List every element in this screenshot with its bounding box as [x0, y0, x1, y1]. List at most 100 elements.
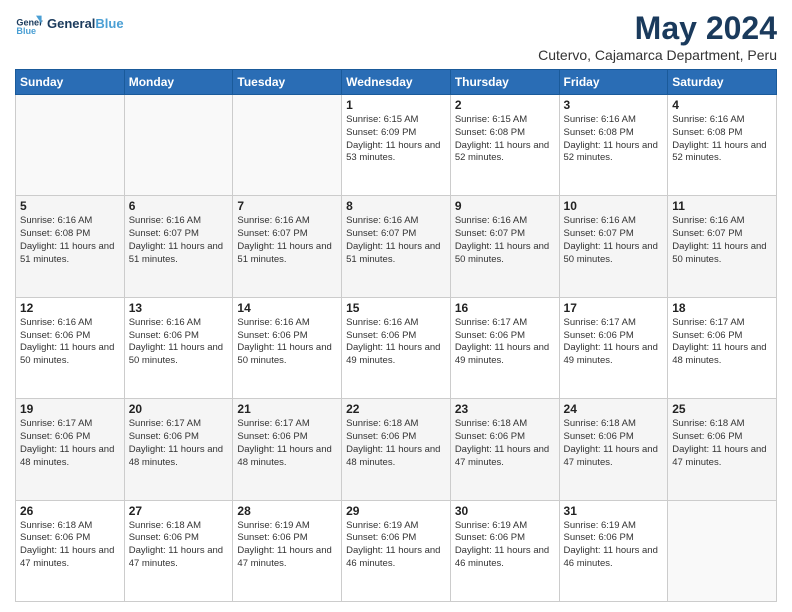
- calendar-cell: 9 Sunrise: 6:16 AMSunset: 6:07 PMDaylight…: [450, 196, 559, 297]
- day-number: 13: [129, 301, 229, 315]
- sunrise-info: Sunrise: 6:17 AM: [237, 418, 337, 431]
- calendar-week-1: 1Sunrise: 6:15 AMSunset: 6:09 PMDaylight…: [16, 95, 777, 196]
- day-info: Sunrise: 6:16 AMSunset: 6:07 PMDaylight:…: [564, 215, 664, 266]
- day-info: Sunrise: 6:18 AMSunset: 6:06 PMDaylight:…: [455, 418, 555, 469]
- day-info: Sunrise: 6:16 AMSunset: 6:07 PMDaylight:…: [237, 215, 337, 266]
- day-number: 12: [20, 301, 120, 315]
- day-number: 18: [672, 301, 772, 315]
- daylight-info: Daylight: 11 hours and 52 minutes.: [455, 140, 555, 166]
- sunrise-info: Sunrise: 6:18 AM: [672, 418, 772, 431]
- daylight-info: Daylight: 11 hours and 47 minutes.: [237, 545, 337, 571]
- sunset-info: Sunset: 6:07 PM: [564, 228, 664, 241]
- calendar-cell: 6Sunrise: 6:16 AMSunset: 6:07 PMDaylight…: [124, 196, 233, 297]
- daylight-info: Daylight: 11 hours and 52 minutes.: [672, 140, 772, 166]
- day-number: 17: [564, 301, 664, 315]
- main-title: May 2024: [538, 10, 777, 47]
- sunrise-info: Sunrise: 6:15 AM: [346, 114, 446, 127]
- calendar-cell: 14Sunrise: 6:16 AMSunset: 6:06 PMDayligh…: [233, 297, 342, 398]
- calendar-cell: 25 Sunrise: 6:18 AMSunset: 6:06 PMDayligh…: [668, 399, 777, 500]
- daylight-info: Daylight: 11 hours and 51 minutes.: [237, 241, 337, 267]
- day-info: Sunrise: 6:15 AMSunset: 6:09 PMDaylight:…: [346, 114, 446, 165]
- day-number: 5: [20, 199, 120, 213]
- daylight-info: Daylight: 11 hours and 47 minutes.: [129, 545, 229, 571]
- sunset-info: Sunset: 6:06 PM: [455, 431, 555, 444]
- calendar-week-5: 26 Sunrise: 6:18 AMSunset: 6:06 PMDayligh…: [16, 500, 777, 601]
- day-number: 11: [672, 199, 772, 213]
- sunset-info: Sunset: 6:07 PM: [672, 228, 772, 241]
- day-number: 8: [346, 199, 446, 213]
- day-number: 9: [455, 199, 555, 213]
- sunrise-info: Sunrise: 6:19 AM: [455, 520, 555, 533]
- day-number: 22: [346, 402, 446, 416]
- col-saturday: Saturday: [668, 70, 777, 95]
- sunset-info: Sunset: 6:08 PM: [20, 228, 120, 241]
- day-info: Sunrise: 6:17 AMSunset: 6:06 PMDaylight:…: [564, 317, 664, 368]
- day-info: Sunrise: 6:15 AMSunset: 6:08 PMDaylight:…: [455, 114, 555, 165]
- day-info: Sunrise: 6:16 AMSunset: 6:07 PMDaylight:…: [129, 215, 229, 266]
- day-info: Sunrise: 6:18 AMSunset: 6:06 PMDaylight:…: [129, 520, 229, 571]
- col-sunday: Sunday: [16, 70, 125, 95]
- sunset-info: Sunset: 6:08 PM: [672, 127, 772, 140]
- sunset-info: Sunset: 6:07 PM: [129, 228, 229, 241]
- day-number: 24: [564, 402, 664, 416]
- sunrise-info: Sunrise: 6:17 AM: [20, 418, 120, 431]
- day-info: Sunrise: 6:19 AMSunset: 6:06 PMDaylight:…: [455, 520, 555, 571]
- day-number: 25: [672, 402, 772, 416]
- daylight-info: Daylight: 11 hours and 49 minutes.: [564, 342, 664, 368]
- sunrise-info: Sunrise: 6:16 AM: [455, 215, 555, 228]
- sunrise-info: Sunrise: 6:17 AM: [129, 418, 229, 431]
- calendar-cell: 4 Sunrise: 6:16 AMSunset: 6:08 PMDaylight…: [668, 95, 777, 196]
- calendar-cell: [124, 95, 233, 196]
- sunset-info: Sunset: 6:08 PM: [564, 127, 664, 140]
- calendar-cell: 1Sunrise: 6:15 AMSunset: 6:09 PMDaylight…: [342, 95, 451, 196]
- calendar-cell: 19Sunrise: 6:17 AMSunset: 6:06 PMDayligh…: [16, 399, 125, 500]
- calendar-cell: 17 Sunrise: 6:17 AMSunset: 6:06 PMDayligh…: [559, 297, 668, 398]
- day-number: 20: [129, 402, 229, 416]
- sunrise-info: Sunrise: 6:16 AM: [237, 215, 337, 228]
- daylight-info: Daylight: 11 hours and 47 minutes.: [455, 444, 555, 470]
- page: General Blue GeneralBlue May 2024 Cuterv…: [0, 0, 792, 612]
- sunrise-info: Sunrise: 6:19 AM: [346, 520, 446, 533]
- day-number: 27: [129, 504, 229, 518]
- daylight-info: Daylight: 11 hours and 50 minutes.: [455, 241, 555, 267]
- day-number: 16: [455, 301, 555, 315]
- sunset-info: Sunset: 6:06 PM: [237, 330, 337, 343]
- daylight-info: Daylight: 11 hours and 53 minutes.: [346, 140, 446, 166]
- day-info: Sunrise: 6:17 AMSunset: 6:06 PMDaylight:…: [237, 418, 337, 469]
- calendar-cell: 2 Sunrise: 6:15 AMSunset: 6:08 PMDaylight…: [450, 95, 559, 196]
- sunrise-info: Sunrise: 6:18 AM: [455, 418, 555, 431]
- daylight-info: Daylight: 11 hours and 48 minutes.: [346, 444, 446, 470]
- day-number: 23: [455, 402, 555, 416]
- calendar-week-2: 5 Sunrise: 6:16 AM Sunset: 6:08 PM Daylight…: [16, 196, 777, 297]
- daylight-info: Daylight: 11 hours and 47 minutes.: [672, 444, 772, 470]
- daylight-info: Daylight: 11 hours and 50 minutes.: [237, 342, 337, 368]
- calendar-table: Sunday Monday Tuesday Wednesday Thursday…: [15, 69, 777, 602]
- day-number: 2: [455, 98, 555, 112]
- day-number: 30: [455, 504, 555, 518]
- daylight-info: Daylight: 11 hours and 46 minutes.: [346, 545, 446, 571]
- calendar-week-4: 19Sunrise: 6:17 AMSunset: 6:06 PMDayligh…: [16, 399, 777, 500]
- calendar-cell: 21Sunrise: 6:17 AMSunset: 6:06 PMDayligh…: [233, 399, 342, 500]
- day-number: 28: [237, 504, 337, 518]
- sunset-info: Sunset: 6:07 PM: [455, 228, 555, 241]
- day-number: 4: [672, 98, 772, 112]
- sunset-info: Sunset: 6:06 PM: [237, 532, 337, 545]
- sunset-info: Sunset: 6:06 PM: [455, 330, 555, 343]
- day-info: Sunrise: 6:17 AMSunset: 6:06 PMDaylight:…: [20, 418, 120, 469]
- calendar-cell: [233, 95, 342, 196]
- sunrise-info: Sunrise: 6:15 AM: [455, 114, 555, 127]
- calendar-cell: 11Sunrise: 6:16 AMSunset: 6:07 PMDayligh…: [668, 196, 777, 297]
- daylight-info: Daylight: 11 hours and 48 minutes.: [672, 342, 772, 368]
- daylight-info: Daylight: 11 hours and 49 minutes.: [455, 342, 555, 368]
- title-block: May 2024 Cutervo, Cajamarca Department, …: [538, 10, 777, 63]
- daylight-info: Daylight: 11 hours and 50 minutes.: [564, 241, 664, 267]
- day-number: 7: [237, 199, 337, 213]
- day-info: Sunrise: 6:19 AMSunset: 6:06 PMDaylight:…: [564, 520, 664, 571]
- day-number: 26: [20, 504, 120, 518]
- sunset-info: Sunset: 6:06 PM: [672, 431, 772, 444]
- day-info: Sunrise: 6:16 AMSunset: 6:08 PMDaylight:…: [564, 114, 664, 165]
- sunrise-info: Sunrise: 6:16 AM: [672, 114, 772, 127]
- sunset-info: Sunset: 6:06 PM: [455, 532, 555, 545]
- sunset-info: Sunset: 6:06 PM: [672, 330, 772, 343]
- day-number: 3: [564, 98, 664, 112]
